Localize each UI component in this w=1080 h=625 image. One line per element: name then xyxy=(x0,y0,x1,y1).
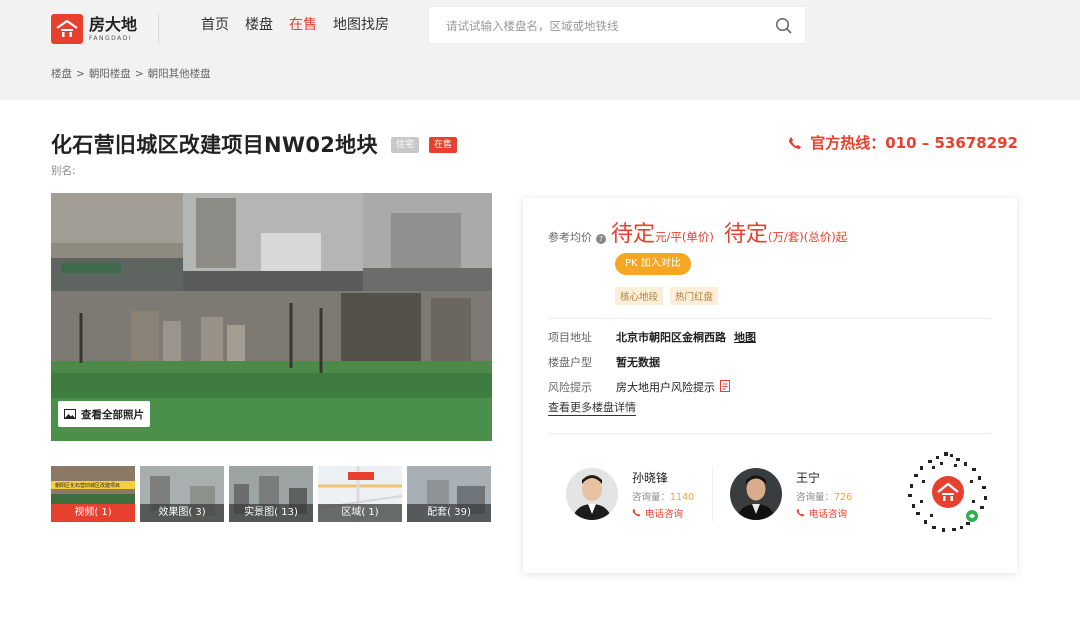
unit-price-value: 待定 xyxy=(611,222,656,247)
unit-type-row: 楼盘户型 暂无数据 xyxy=(548,354,660,370)
divider xyxy=(712,466,713,522)
unit-price-unit: 元/平(单价) xyxy=(655,230,714,244)
document-icon[interactable] xyxy=(720,380,731,392)
thumb-label: 视频( 1) xyxy=(51,504,135,522)
alias-label: 别名: xyxy=(51,165,76,177)
breadcrumb-current[interactable]: 朝阳其他楼盘 xyxy=(148,68,211,80)
price-label: 参考均价 xyxy=(548,231,592,244)
thumb-label: 实景图( 13) xyxy=(229,504,313,522)
total-price-value: 待定 xyxy=(723,222,768,247)
breadcrumb-sep: > xyxy=(76,68,85,80)
page-title: 化石营旧城区改建项目NW02地块 xyxy=(51,133,378,157)
risk-value[interactable]: 房大地用户风险提示 xyxy=(616,379,715,395)
highlight-tag: 热门红盘 xyxy=(670,287,719,305)
call-button[interactable]: 电话咨询 xyxy=(796,506,852,520)
breadcrumb: 楼盘 > 朝阳楼盘 > 朝阳其他楼盘 xyxy=(51,66,215,81)
inquiry-count: 726 xyxy=(834,491,853,503)
status-badge: 在售 xyxy=(429,137,458,153)
avatar[interactable] xyxy=(730,468,782,520)
thumb-real-photos[interactable]: 实景图( 13) xyxy=(229,466,313,522)
address-value: 北京市朝阳区金桐西路 xyxy=(616,331,726,344)
image-icon xyxy=(64,409,76,419)
nav-home[interactable]: 首页 xyxy=(201,16,229,34)
thumb-label: 配套( 39) xyxy=(407,504,491,522)
logo-name: 房大地 xyxy=(89,14,138,34)
divider xyxy=(548,433,991,434)
unit-type-value: 暂无数据 xyxy=(616,356,660,369)
call-button[interactable]: 电话咨询 xyxy=(632,506,694,520)
thumb-video[interactable]: 朝阳区化石营旧城区改建项目 视频( 1) xyxy=(51,466,135,522)
search-input[interactable]: 请试试输入楼盘名，区域或地铁线 xyxy=(428,6,806,44)
phone-icon xyxy=(632,508,641,517)
thumbnail-strip: 朝阳区化石营旧城区改建项目 视频( 1) 效果图( 3) 实景图( 13) 区域… xyxy=(51,466,496,522)
thumb-amenities[interactable]: 配套( 39) xyxy=(407,466,491,522)
inquiry-label: 咨询量： xyxy=(632,491,671,503)
avatar[interactable] xyxy=(566,468,618,520)
breadcrumb-sep: > xyxy=(134,68,144,80)
call-label: 电话咨询 xyxy=(809,508,848,520)
house-logo-icon xyxy=(51,14,83,44)
more-details-link[interactable]: 查看更多楼盘详情 xyxy=(548,401,636,416)
call-label: 电话咨询 xyxy=(645,508,684,520)
address-row: 项目地址 北京市朝阳区金桐西路 地图 xyxy=(548,329,756,345)
help-icon[interactable]: ? xyxy=(596,234,606,244)
risk-label: 风险提示 xyxy=(548,381,592,394)
agent-name: 孙晓锋 xyxy=(632,470,669,485)
hotline-text: 官方热线：010 – 53678292 xyxy=(810,134,1018,152)
nav-map-search[interactable]: 地图找房 xyxy=(333,16,389,34)
search-icon[interactable] xyxy=(775,17,793,35)
thumb-label: 区域( 1) xyxy=(318,504,402,522)
address-label: 项目地址 xyxy=(548,331,592,344)
highlight-tag: 核心地段 xyxy=(615,287,664,305)
logo-subtitle: FANGDADI xyxy=(89,34,133,42)
thumb-label: 效果图( 3) xyxy=(140,504,224,522)
phone-icon xyxy=(789,136,802,149)
add-compare-button[interactable]: PK 加入对比 xyxy=(615,253,691,275)
search-placeholder: 请试试输入楼盘名，区域或地铁线 xyxy=(446,19,619,33)
highlight-tags: 核心地段 热门红盘 xyxy=(615,287,725,305)
thumb-renderings[interactable]: 效果图( 3) xyxy=(140,466,224,522)
thumb-area-map[interactable]: 区域( 1) xyxy=(318,466,402,522)
site-logo[interactable]: 房大地 FANGDADI xyxy=(51,14,137,44)
unit-type-label: 楼盘户型 xyxy=(548,356,592,369)
property-type-badge: 住宅 xyxy=(391,137,420,153)
view-all-label: 查看全部照片 xyxy=(81,408,144,421)
mini-program-qr-code[interactable] xyxy=(906,450,990,534)
price-row: 参考均价 ? 待定 元/平(单价) 待定 (万/套)(总价)起 xyxy=(548,216,857,248)
risk-row: 风险提示 房大地用户风险提示 xyxy=(548,379,731,395)
top-bar: 房大地 FANGDADI 首页 楼盘 在售 地图找房 请试试输入楼盘名，区域或地… xyxy=(0,0,1080,100)
divider xyxy=(158,14,159,44)
info-card: 参考均价 ? 待定 元/平(单价) 待定 (万/套)(总价)起 PK 加入对比 … xyxy=(523,198,1017,573)
hotline[interactable]: 官方热线：010 – 53678292 xyxy=(788,132,1018,153)
nav-properties[interactable]: 楼盘 xyxy=(245,16,273,34)
video-banner-text: 朝阳区化石营旧城区改建项目 xyxy=(55,483,121,489)
breadcrumb-chaoyang[interactable]: 朝阳楼盘 xyxy=(89,68,131,80)
agent-card[interactable]: 孙晓锋 咨询量：1140 电话咨询 xyxy=(566,468,694,520)
total-price-unit: (万/套)(总价)起 xyxy=(767,230,848,244)
main-nav: 首页 楼盘 在售 地图找房 xyxy=(201,16,405,34)
map-link[interactable]: 地图 xyxy=(734,329,756,345)
nav-on-sale[interactable]: 在售 xyxy=(289,16,317,34)
agent-card[interactable]: 王宁 咨询量：726 电话咨询 xyxy=(730,468,852,520)
breadcrumb-properties[interactable]: 楼盘 xyxy=(51,68,72,80)
phone-icon xyxy=(796,508,805,517)
agent-name: 王宁 xyxy=(796,470,821,485)
inquiry-count: 1140 xyxy=(670,491,695,503)
inquiry-label: 咨询量： xyxy=(796,491,835,503)
divider xyxy=(548,318,991,319)
view-all-photos-button[interactable]: 查看全部照片 xyxy=(58,401,150,427)
